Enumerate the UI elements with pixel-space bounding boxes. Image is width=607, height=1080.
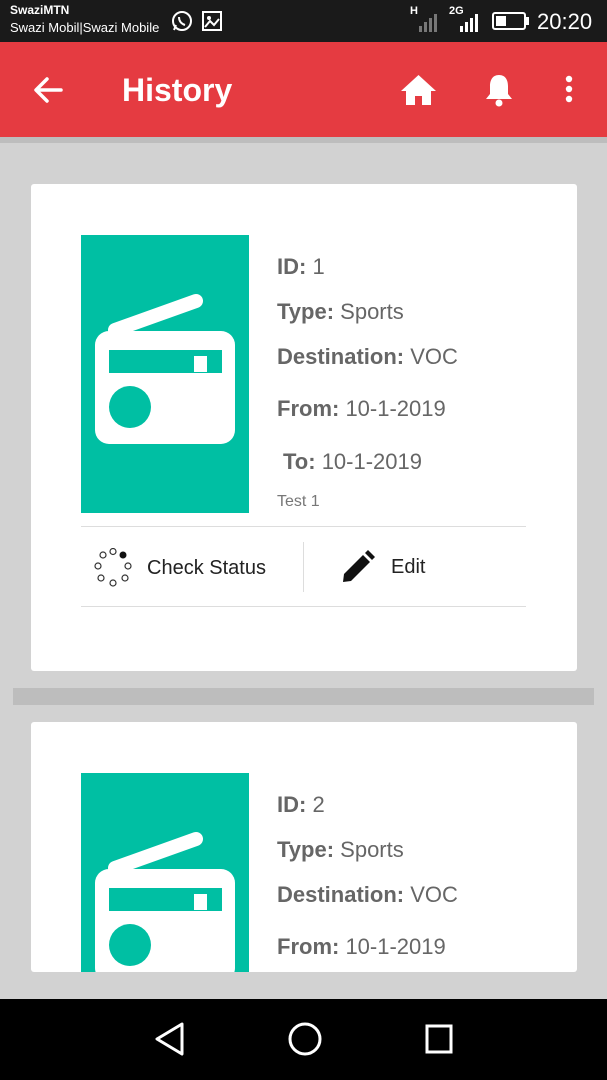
- action-divider: [303, 542, 304, 592]
- type-value: Sports: [334, 837, 404, 862]
- card-divider-bottom: [81, 606, 526, 607]
- id-field: ID: 1: [277, 254, 325, 280]
- destination-field: Destination: VOC: [277, 344, 458, 370]
- from-field: From: 10-1-2019: [277, 396, 446, 422]
- type-field: Type: Sports: [277, 299, 404, 325]
- card-divider-top: [81, 526, 526, 527]
- bell-icon[interactable]: [484, 72, 514, 107]
- system-nav-bar: [0, 999, 607, 1080]
- destination-label: Destination:: [277, 882, 405, 907]
- battery-icon: [492, 12, 529, 30]
- radio-thumbnail: [81, 235, 249, 513]
- arrow-left-icon[interactable]: [33, 76, 63, 104]
- type-value: Sports: [334, 299, 404, 324]
- nav-back-icon[interactable]: [153, 1021, 187, 1057]
- type-field: Type: Sports: [277, 837, 404, 863]
- radio-icon: [95, 832, 235, 972]
- page-title: History: [122, 72, 233, 108]
- from-value: 10-1-2019: [339, 396, 446, 421]
- signal-icon-2: [460, 14, 478, 32]
- id-label: ID:: [277, 254, 307, 279]
- history-card[interactable]: ID: 1 Type: Sports Destination: VOC From…: [31, 184, 577, 671]
- type-label: Type:: [277, 837, 335, 862]
- gallery-icon: [202, 11, 222, 31]
- destination-value: VOC: [404, 882, 458, 907]
- signal-icon-1: [419, 14, 437, 32]
- list-separator: [13, 688, 594, 705]
- radio-icon: [95, 294, 235, 444]
- to-label: To:: [283, 449, 316, 474]
- radio-thumbnail: [81, 773, 249, 972]
- whatsapp-icon: [172, 11, 192, 31]
- id-value: 1: [306, 254, 325, 279]
- to-value: 10-1-2019: [315, 449, 422, 474]
- app-bar-shadow: [0, 137, 607, 143]
- to-field: To: 10-1-2019: [283, 449, 422, 475]
- status-bar: SwaziMTN Swazi Mobil|Swazi Mobile H 2G 2…: [0, 0, 607, 42]
- edit-button[interactable]: Edit: [341, 550, 425, 584]
- carrier-name-1: SwaziMTN: [10, 3, 70, 17]
- type-label: Type:: [277, 299, 335, 324]
- from-value: 10-1-2019: [339, 934, 446, 959]
- check-status-button[interactable]: Check Status: [93, 548, 266, 588]
- from-label: From:: [277, 934, 340, 959]
- id-field: ID: 2: [277, 792, 325, 818]
- edit-label: Edit: [391, 555, 426, 578]
- app-bar: History: [0, 42, 607, 137]
- more-vert-icon[interactable]: [562, 75, 576, 105]
- pencil-icon: [343, 550, 375, 582]
- destination-field: Destination: VOC: [277, 882, 458, 908]
- card-note: Test 1: [277, 493, 320, 510]
- id-label: ID:: [277, 792, 307, 817]
- clock: 20:20: [537, 9, 593, 34]
- from-field: From: 10-1-2019: [277, 934, 446, 960]
- id-value: 2: [306, 792, 325, 817]
- nav-recents-icon[interactable]: [423, 1021, 455, 1057]
- check-status-label: Check Status: [147, 556, 266, 579]
- nav-home-icon[interactable]: [287, 1021, 323, 1057]
- destination-label: Destination:: [277, 344, 405, 369]
- from-label: From:: [277, 396, 340, 421]
- network-h-label: H: [410, 5, 418, 17]
- destination-value: VOC: [404, 344, 458, 369]
- home-icon[interactable]: [400, 74, 437, 106]
- loading-icon: [94, 548, 132, 587]
- history-card[interactable]: ID: 2 Type: Sports Destination: VOC From…: [31, 722, 577, 972]
- carrier-name-2: Swazi Mobil|Swazi Mobile: [10, 20, 160, 35]
